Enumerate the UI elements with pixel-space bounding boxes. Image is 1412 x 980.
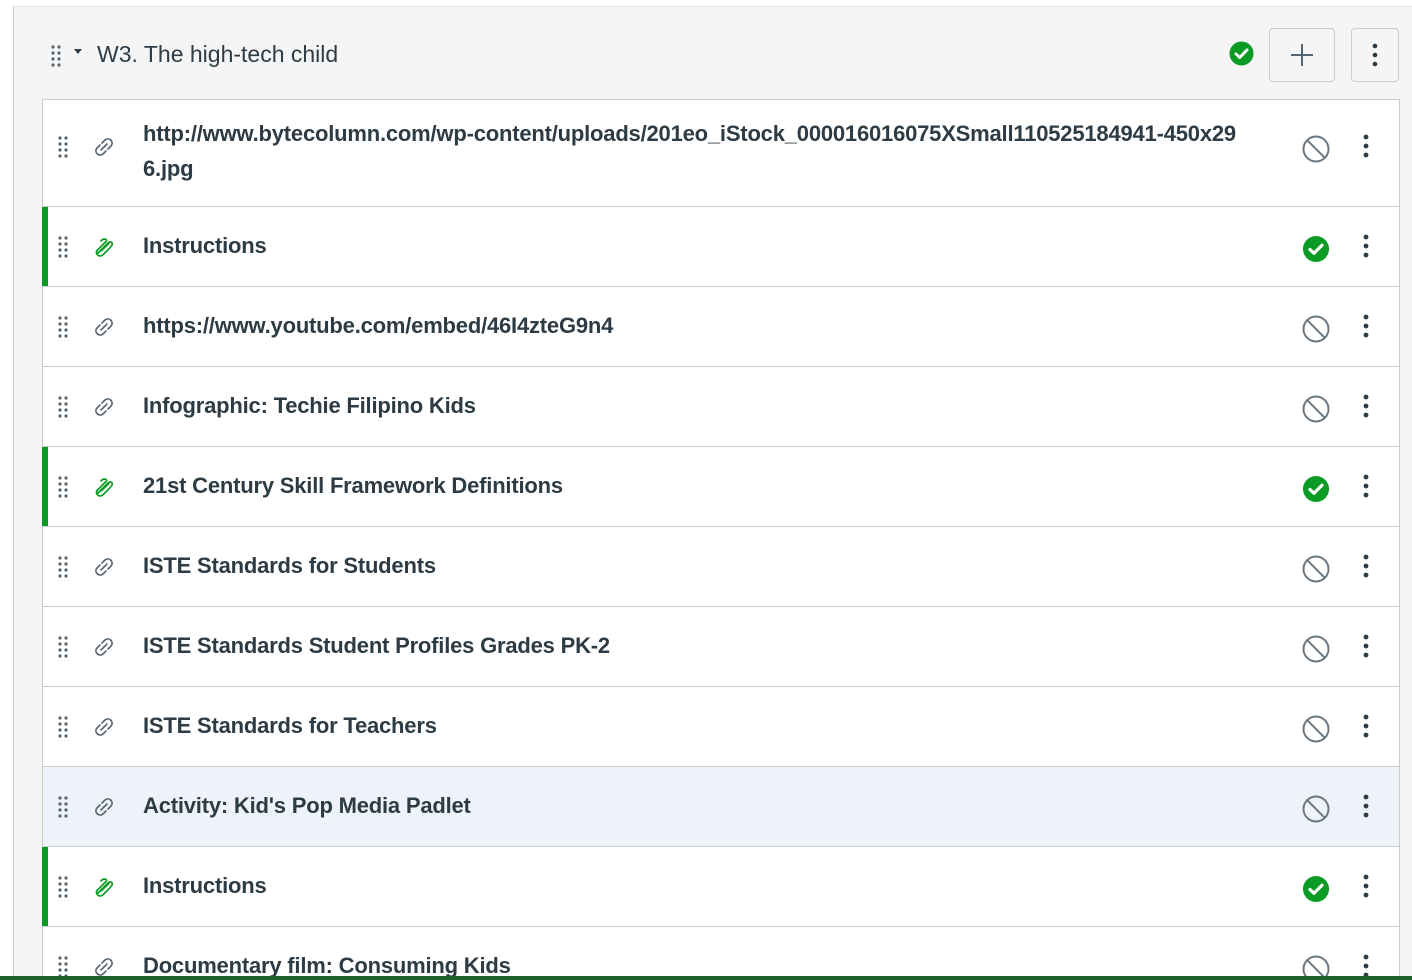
module-item-title[interactable]: ISTE Standards Student Profiles Grades P… bbox=[143, 628, 1253, 663]
module-item-row[interactable]: ISTE Standards for Students bbox=[43, 527, 1399, 607]
drag-handle-icon[interactable] bbox=[50, 43, 62, 67]
drag-handle-icon[interactable] bbox=[57, 234, 69, 258]
add-item-button[interactable] bbox=[1269, 28, 1335, 82]
module-item-row[interactable]: Activity: Kid's Pop Media Padlet bbox=[43, 767, 1399, 847]
drag-handle-icon[interactable] bbox=[57, 794, 69, 818]
module-title[interactable]: W3. The high-tech child bbox=[97, 39, 338, 69]
drag-handle-icon[interactable] bbox=[57, 874, 69, 898]
unpublished-icon[interactable] bbox=[1301, 714, 1331, 744]
item-options-kebab-icon[interactable] bbox=[1361, 232, 1371, 260]
drag-handle-icon[interactable] bbox=[57, 394, 69, 418]
module-header[interactable]: W3. The high-tech child bbox=[14, 7, 1412, 99]
unpublished-icon[interactable] bbox=[1301, 554, 1331, 584]
module-items-list: http://www.bytecolumn.com/wp-content/upl… bbox=[42, 99, 1400, 980]
module-item-row[interactable]: Infographic: Techie Filipino Kids bbox=[43, 367, 1399, 447]
drag-handle-icon[interactable] bbox=[57, 314, 69, 338]
paperclip-icon bbox=[95, 238, 114, 257]
item-options-kebab-icon[interactable] bbox=[1361, 312, 1371, 340]
module-item-title[interactable]: Activity: Kid's Pop Media Padlet bbox=[143, 788, 1253, 823]
drag-handle-icon[interactable] bbox=[57, 954, 69, 978]
unpublished-icon[interactable] bbox=[1301, 794, 1331, 824]
published-check-icon[interactable] bbox=[1229, 41, 1254, 66]
module-item-row[interactable]: ISTE Standards for Teachers bbox=[43, 687, 1399, 767]
published-check-icon[interactable] bbox=[1301, 474, 1331, 504]
module-item-title[interactable]: Instructions bbox=[143, 868, 1253, 903]
collapse-caret-icon[interactable] bbox=[74, 49, 82, 54]
link-icon bbox=[95, 638, 113, 656]
bottom-divider bbox=[0, 976, 1412, 980]
modules-page: W3. The high-tech child http://www.bytec… bbox=[0, 0, 1412, 980]
module-item-row[interactable]: 21st Century Skill Framework Definitions bbox=[42, 447, 1399, 527]
module-item-title[interactable]: 21st Century Skill Framework Definitions bbox=[143, 468, 1253, 503]
unpublished-icon[interactable] bbox=[1301, 394, 1331, 424]
link-icon bbox=[95, 718, 113, 736]
unpublished-icon[interactable] bbox=[1301, 134, 1331, 164]
item-options-kebab-icon[interactable] bbox=[1361, 392, 1371, 420]
module-item-row[interactable]: https://www.youtube.com/embed/46I4zteG9n… bbox=[43, 287, 1399, 367]
item-options-kebab-icon[interactable] bbox=[1361, 132, 1371, 160]
module-item-row[interactable]: ISTE Standards Student Profiles Grades P… bbox=[43, 607, 1399, 687]
module-item-title[interactable]: Infographic: Techie Filipino Kids bbox=[143, 388, 1253, 423]
kebab-icon bbox=[1372, 43, 1378, 67]
paperclip-icon bbox=[95, 878, 114, 897]
module-item-title[interactable]: http://www.bytecolumn.com/wp-content/upl… bbox=[143, 116, 1253, 186]
module-item-title[interactable]: ISTE Standards for Teachers bbox=[143, 708, 1253, 743]
link-icon bbox=[95, 798, 113, 816]
published-check-icon[interactable] bbox=[1301, 874, 1331, 904]
module-w3: W3. The high-tech child http://www.bytec… bbox=[13, 6, 1412, 980]
unpublished-icon[interactable] bbox=[1301, 314, 1331, 344]
module-item-row[interactable]: Instructions bbox=[42, 207, 1399, 287]
item-options-kebab-icon[interactable] bbox=[1361, 872, 1371, 900]
drag-handle-icon[interactable] bbox=[57, 634, 69, 658]
plus-icon bbox=[1291, 44, 1313, 66]
item-options-kebab-icon[interactable] bbox=[1361, 792, 1371, 820]
drag-handle-icon[interactable] bbox=[57, 714, 69, 738]
item-options-kebab-icon[interactable] bbox=[1361, 472, 1371, 500]
module-item-title[interactable]: https://www.youtube.com/embed/46I4zteG9n… bbox=[143, 308, 1253, 343]
unpublished-icon[interactable] bbox=[1301, 634, 1331, 664]
item-options-kebab-icon[interactable] bbox=[1361, 552, 1371, 580]
drag-handle-icon[interactable] bbox=[57, 474, 69, 498]
drag-handle-icon[interactable] bbox=[57, 554, 69, 578]
module-item-row[interactable]: Instructions bbox=[42, 847, 1399, 927]
module-item-row[interactable]: Documentary film: Consuming Kids bbox=[43, 927, 1399, 980]
module-options-button[interactable] bbox=[1351, 28, 1399, 82]
module-item-title[interactable]: ISTE Standards for Students bbox=[143, 548, 1253, 583]
link-icon bbox=[95, 318, 113, 336]
module-item-title[interactable]: Instructions bbox=[143, 228, 1253, 263]
paperclip-icon bbox=[95, 478, 114, 497]
link-icon bbox=[95, 398, 113, 416]
item-options-kebab-icon[interactable] bbox=[1361, 712, 1371, 740]
item-options-kebab-icon[interactable] bbox=[1361, 632, 1371, 660]
published-check-icon[interactable] bbox=[1301, 234, 1331, 264]
link-icon bbox=[95, 138, 113, 156]
link-icon bbox=[95, 558, 113, 576]
drag-handle-icon[interactable] bbox=[57, 134, 69, 158]
module-item-row[interactable]: http://www.bytecolumn.com/wp-content/upl… bbox=[43, 100, 1399, 207]
